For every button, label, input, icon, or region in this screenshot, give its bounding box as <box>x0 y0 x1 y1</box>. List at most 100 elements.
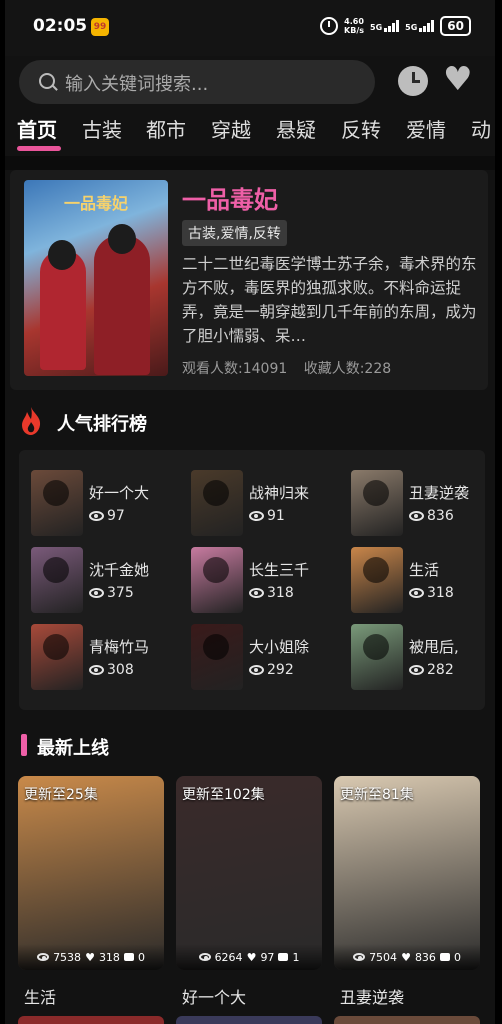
new-release-name[interactable]: 生活 <box>24 984 56 1008</box>
ranking-item-name: 长生三千 <box>249 561 310 579</box>
ranking-item-views: 318 <box>249 585 294 601</box>
new-release-card[interactable]: 更新至102集 6264 ♥ 97 1 <box>176 776 322 970</box>
alarm-icon <box>320 17 339 35</box>
ranking-item-views: 375 <box>89 585 134 601</box>
new-release-name[interactable]: 丑妻逆袭 <box>340 984 404 1008</box>
net-speed: 4.60 KB/s <box>344 17 365 35</box>
ranking-item-views: 97 <box>89 508 125 524</box>
signal-1: 5G <box>370 20 400 32</box>
ranking-thumbnail[interactable] <box>191 470 243 536</box>
ranking-item[interactable]: 青梅竹马 308 <box>31 624 171 690</box>
card-stats: 7504 ♥ 836 0 <box>334 944 480 970</box>
ranking-item-name: 被甩后, <box>409 638 459 656</box>
ranking-item[interactable]: 好一个大 97 <box>31 470 171 536</box>
eye-icon <box>249 588 264 598</box>
new-release-name[interactable]: 好一个大 <box>182 984 246 1008</box>
ranking-item[interactable]: 被甩后, 282 <box>351 624 491 690</box>
status-time: 02:05 <box>33 16 88 36</box>
tab-reversal[interactable]: 反转 <box>341 114 381 143</box>
featured-title[interactable]: 一品毒妃 <box>182 180 278 215</box>
ranking-thumbnail[interactable] <box>351 470 403 536</box>
eye-icon <box>89 511 104 521</box>
featured-stats: 观看人数:14091 收藏人数:228 <box>182 358 403 378</box>
ranking-item-name: 战神归来 <box>249 484 310 502</box>
card-likes: 97 <box>260 950 275 964</box>
comment-icon <box>278 953 289 961</box>
card-stats: 7538 ♥ 318 0 <box>18 944 164 970</box>
ranking-item[interactable]: 战神归来 91 <box>191 470 331 536</box>
featured-description: 二十二世纪毒医学博士苏子余，毒术界的东方不败，毒医界的独孤求败。不料命运捉弄，竟… <box>182 255 477 345</box>
tab-urban[interactable]: 都市 <box>146 114 186 143</box>
featured-tags: 古装,爱情,反转 <box>182 220 287 246</box>
viewer-count: 观看人数:14091 <box>182 361 288 377</box>
divider <box>5 156 495 170</box>
ranking-thumbnail[interactable] <box>31 624 83 690</box>
tab-home[interactable]: 首页 <box>17 114 57 143</box>
ranking-thumbnail[interactable] <box>31 470 83 536</box>
tab-timetravel[interactable]: 穿越 <box>211 114 251 143</box>
ranking-item[interactable]: 大小姐除 292 <box>191 624 331 690</box>
app-screen: 02:05 99 4.60 KB/s 5G 5G 60 输入关键词搜索... ♥… <box>5 0 495 1024</box>
cover-title-art: 一品毒妃 <box>63 194 128 213</box>
card-likes: 318 <box>98 950 120 964</box>
ranking-item-views: 836 <box>409 508 454 524</box>
eye-icon <box>89 588 104 598</box>
eye-icon <box>409 511 424 521</box>
ranking-thumbnail[interactable] <box>191 624 243 690</box>
new-release-card[interactable]: 更新至81集 7504 ♥ 836 0 <box>334 776 480 970</box>
ranking-item-name: 丑妻逆袭 <box>409 484 470 502</box>
featured-cover-image[interactable]: 一品毒妃 <box>24 180 168 376</box>
ranking-item[interactable]: 生活 318 <box>351 547 491 613</box>
history-clock-icon[interactable] <box>398 66 428 96</box>
eye-icon <box>89 665 104 675</box>
search-icon <box>39 73 55 89</box>
ranking-item[interactable]: 丑妻逆袭 836 <box>351 470 491 536</box>
category-tabs: 首页 古装 都市 穿越 悬疑 反转 爱情 动 <box>5 114 495 156</box>
next-row-peek <box>5 1016 495 1024</box>
ranking-item-views: 91 <box>249 508 285 524</box>
battery-indicator: 60 <box>440 16 471 36</box>
comment-icon <box>123 953 134 961</box>
tab-more[interactable]: 动 <box>471 114 491 143</box>
eye-icon <box>37 953 50 961</box>
card-likes: 836 <box>414 950 436 964</box>
tab-suspense[interactable]: 悬疑 <box>276 114 316 143</box>
ranking-item[interactable]: 沈千金她 375 <box>31 547 171 613</box>
eye-icon <box>198 953 211 961</box>
ranking-item-name: 好一个大 <box>89 484 150 502</box>
heart-icon: ♥ <box>85 950 95 964</box>
heart-icon[interactable]: ♥ <box>443 62 473 95</box>
ranking-item-name: 大小姐除 <box>249 638 310 656</box>
ranking-item-name: 青梅竹马 <box>89 638 150 656</box>
eye-icon <box>249 665 264 675</box>
card-views: 7538 <box>53 950 82 964</box>
ranking-item-views: 292 <box>249 662 294 678</box>
card-views: 6264 <box>214 950 243 964</box>
card-comments: 0 <box>137 950 145 964</box>
tab-costume[interactable]: 古装 <box>82 114 122 143</box>
new-releases-title: 最新上线 <box>37 738 109 759</box>
search-input[interactable]: 输入关键词搜索... <box>65 70 208 96</box>
ranking-thumbnail[interactable] <box>31 547 83 613</box>
search-bar[interactable]: 输入关键词搜索... <box>19 60 375 104</box>
ranking-item[interactable]: 长生三千 318 <box>191 547 331 613</box>
eye-icon <box>409 665 424 675</box>
card-comments: 1 <box>292 950 300 964</box>
episode-badge: 更新至25集 <box>24 787 98 803</box>
ranking-item-views: 318 <box>409 585 454 601</box>
fire-icon <box>22 407 41 435</box>
ranking-thumbnail[interactable] <box>191 547 243 613</box>
ranking-thumbnail[interactable] <box>351 547 403 613</box>
comment-icon <box>439 953 450 961</box>
ranking-item-name: 生活 <box>409 561 440 579</box>
status-bar: 02:05 99 4.60 KB/s 5G 5G 60 <box>5 0 495 56</box>
card-comments: 0 <box>453 950 461 964</box>
tab-romance[interactable]: 爱情 <box>406 114 446 143</box>
episode-badge: 更新至102集 <box>182 787 265 803</box>
heart-icon: ♥ <box>246 950 257 964</box>
eye-icon <box>249 511 264 521</box>
new-release-card[interactable]: 更新至25集 7538 ♥ 318 0 <box>18 776 164 970</box>
ranking-thumbnail[interactable] <box>351 624 403 690</box>
ranking-item-name: 沈千金她 <box>89 561 150 579</box>
featured-card[interactable]: 一品毒妃 一品毒妃 古装,爱情,反转 二十二世纪毒医学博士苏子余，毒术界的东方不… <box>10 170 488 390</box>
